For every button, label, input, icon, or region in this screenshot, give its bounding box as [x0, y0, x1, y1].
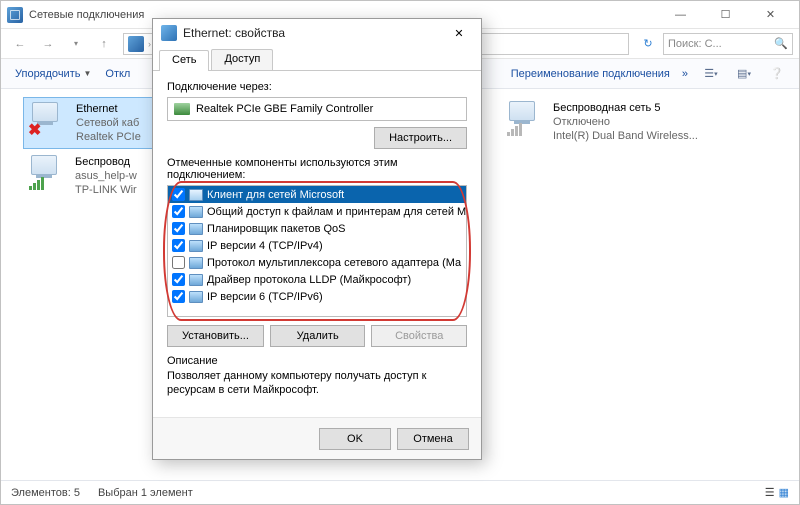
overflow-button[interactable]: » — [678, 68, 692, 80]
component-item[interactable]: Планировщик пакетов QoS — [168, 220, 467, 237]
component-checkbox[interactable] — [172, 239, 185, 252]
component-label: Клиент для сетей Microsoft — [207, 189, 344, 201]
view-details-button[interactable]: ▤▾ — [730, 63, 758, 85]
organize-button[interactable]: Упорядочить▼ — [9, 65, 97, 83]
ethernet-icon: ✖ — [28, 102, 68, 138]
install-button[interactable]: Установить... — [167, 325, 264, 347]
nic-icon — [174, 103, 190, 115]
view-tiles-icon[interactable]: ▦ — [779, 486, 789, 499]
connect-via-label: Подключение через: — [167, 81, 467, 93]
ethernet-properties-dialog: Ethernet: свойства ✕ Сеть Доступ Подключ… — [152, 18, 482, 460]
component-checkbox[interactable] — [172, 188, 185, 201]
component-label: Протокол мультиплексора сетевого адаптер… — [207, 257, 461, 269]
dialog-body: Подключение через: Realtek PCIe GBE Fami… — [153, 71, 481, 417]
component-item[interactable]: Клиент для сетей Microsoft — [168, 186, 467, 203]
component-checkbox[interactable] — [172, 256, 185, 269]
connection-status: Отключено — [553, 115, 747, 129]
search-icon: 🔍 — [774, 37, 788, 50]
up-button[interactable]: ↑ — [91, 32, 117, 56]
dialog-title: Ethernet: свойства — [183, 26, 445, 40]
help-button[interactable]: ❔ — [763, 63, 791, 85]
component-item[interactable]: IP версии 6 (TCP/IPv6) — [168, 288, 467, 305]
component-icon — [189, 274, 203, 286]
status-selected: Выбран 1 элемент — [98, 487, 193, 499]
chevron-right-icon: › — [148, 39, 151, 49]
back-button[interactable]: ← — [7, 32, 33, 56]
address-icon — [128, 36, 144, 52]
connection-wifi-5[interactable]: Беспроводная сеть 5 Отключено Intel(R) D… — [501, 97, 751, 147]
view-details-icon[interactable]: ☰ — [765, 486, 775, 499]
component-icon — [189, 206, 203, 218]
connection-name: Беспроводная сеть 5 — [553, 101, 747, 115]
component-label: Драйвер протокола LLDP (Майкрософт) — [207, 274, 411, 286]
dialog-tabs: Сеть Доступ — [153, 47, 481, 71]
component-label: IP версии 6 (TCP/IPv6) — [207, 291, 323, 303]
rename-connection-button[interactable]: Переименование подключения — [505, 65, 676, 83]
configure-button[interactable]: Настроить... — [374, 127, 467, 149]
description-label: Описание — [167, 355, 467, 367]
adapter-field: Realtek PCIe GBE Family Controller — [167, 97, 467, 121]
wifi-icon — [505, 101, 545, 137]
tab-network[interactable]: Сеть — [159, 50, 209, 71]
app-icon — [7, 7, 23, 23]
component-item[interactable]: Протокол мультиплексора сетевого адаптер… — [168, 254, 467, 271]
component-icon — [189, 240, 203, 252]
maximize-button[interactable]: ☐ — [703, 1, 748, 29]
status-count: Элементов: 5 — [11, 487, 80, 499]
component-item[interactable]: Общий доступ к файлам и принтерам для се… — [168, 203, 467, 220]
status-bar: Элементов: 5 Выбран 1 элемент ☰ ▦ — [1, 480, 799, 504]
component-icon — [189, 257, 203, 269]
search-input[interactable]: Поиск: С... 🔍 — [663, 33, 793, 55]
component-label: Общий доступ к файлам и принтерам для се… — [207, 206, 467, 218]
wifi-icon — [27, 155, 67, 191]
component-icon — [189, 223, 203, 235]
connection-adapter: Intel(R) Dual Band Wireless... — [553, 129, 747, 143]
component-icon — [189, 291, 203, 303]
dialog-titlebar: Ethernet: свойства ✕ — [153, 19, 481, 47]
adapter-name: Realtek PCIe GBE Family Controller — [196, 103, 373, 115]
component-icon — [189, 189, 203, 201]
remove-button[interactable]: Удалить — [270, 325, 366, 347]
component-checkbox[interactable] — [172, 290, 185, 303]
close-button[interactable]: ✕ — [748, 1, 793, 29]
component-label: IP версии 4 (TCP/IPv4) — [207, 240, 323, 252]
cancel-button[interactable]: Отмена — [397, 428, 469, 450]
chevron-down-icon: ▼ — [83, 69, 91, 78]
component-item[interactable]: IP версии 4 (TCP/IPv4) — [168, 237, 467, 254]
tab-access[interactable]: Доступ — [211, 49, 273, 70]
forward-button[interactable]: → — [35, 32, 61, 56]
ok-button[interactable]: OK — [319, 428, 391, 450]
component-label: Планировщик пакетов QoS — [207, 223, 346, 235]
description-text: Позволяет данному компьютеру получать до… — [167, 369, 467, 397]
dialog-icon — [161, 25, 177, 41]
minimize-button[interactable]: — — [658, 1, 703, 29]
components-label: Отмеченные компоненты используются этим … — [167, 157, 467, 181]
search-placeholder: Поиск: С... — [668, 38, 722, 50]
dialog-footer: OK Отмена — [153, 417, 481, 459]
component-item[interactable]: Драйвер протокола LLDP (Майкрософт) — [168, 271, 467, 288]
disable-button[interactable]: Откл — [99, 65, 136, 83]
dialog-close-button[interactable]: ✕ — [445, 22, 473, 44]
component-checkbox[interactable] — [172, 205, 185, 218]
refresh-button[interactable]: ↻ — [635, 32, 661, 56]
component-checkbox[interactable] — [172, 273, 185, 286]
properties-button[interactable]: Свойства — [371, 325, 467, 347]
component-checkbox[interactable] — [172, 222, 185, 235]
view-large-button[interactable]: ☰▾ — [697, 63, 725, 85]
history-dropdown[interactable]: ▾ — [63, 32, 89, 56]
components-list[interactable]: Клиент для сетей Microsoft Общий доступ к… — [167, 185, 467, 317]
